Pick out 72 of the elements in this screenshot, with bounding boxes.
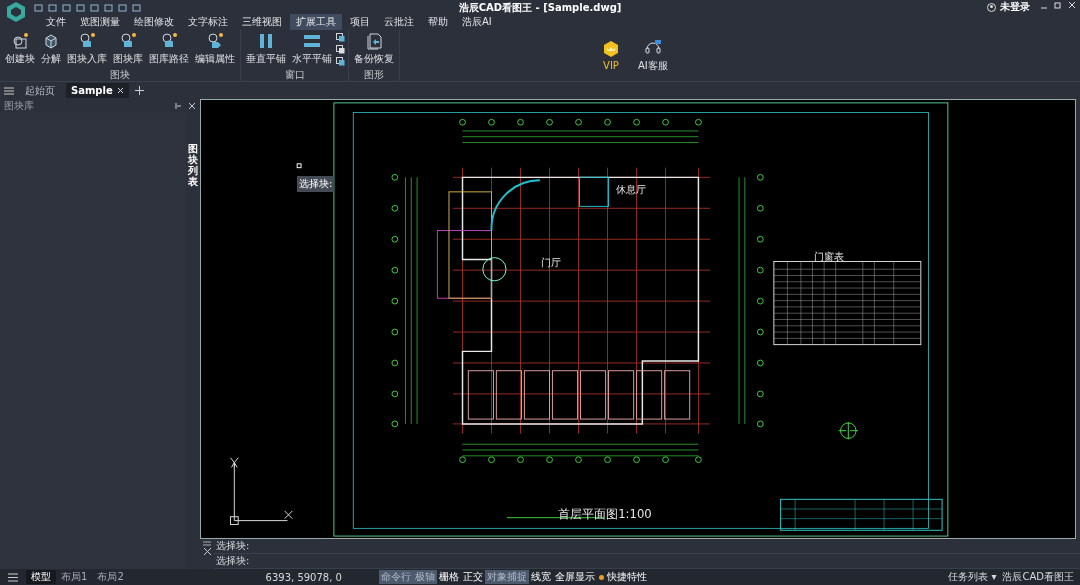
restore-icon[interactable] [1054,1,1062,9]
layout-tab[interactable]: 布局2 [92,570,129,584]
close-icon[interactable] [203,548,211,555]
group-title: 窗口 [283,68,306,81]
close-icon[interactable] [116,87,124,94]
layout-tab[interactable]: 布局1 [56,570,93,584]
menu-item[interactable]: 览图测量 [74,14,126,30]
close-icon[interactable] [1068,1,1076,9]
status-toggle[interactable]: 全屏显示 [552,570,597,584]
app-name: 浩辰CAD看图王 [1002,570,1075,584]
status-toggle[interactable]: 栅格 [436,570,461,584]
ribbon-button[interactable]: 水平平铺 [290,30,334,68]
ribbon-button[interactable]: 垂直平铺 [244,30,288,68]
command-line: 选择块: [214,539,1080,554]
ribbon-button[interactable]: 创建块 [3,30,37,68]
close-icon[interactable] [188,102,196,110]
app-logo[interactable] [4,0,28,24]
menu-item[interactable]: 三维视图 [236,14,288,30]
group-title: 图块 [109,68,131,81]
ribbon-button[interactable]: 编辑属性 [193,30,237,68]
ribbon-button[interactable]: 图块库 [111,30,145,68]
user-icon [987,2,996,12]
menu-item[interactable]: 扩展工具 [290,14,342,30]
window-title: 浩辰CAD看图王 - [Sample.dwg] [458,1,622,15]
cursor-pickbox [296,163,302,169]
headset-icon [643,38,662,57]
table-title: 门窗表 [814,250,845,262]
coordinates: 6393, 59078, 0 [264,571,343,583]
grip-icon [203,541,211,546]
status-toggle[interactable]: 快捷特性 [596,570,649,584]
user-account[interactable]: 未登录 [987,0,1030,14]
panel-title: 图块库 [4,99,34,113]
task-list-button[interactable]: 任务列表 ▾ [948,570,1003,584]
horizontal-tile-icon [303,32,321,50]
menu-item[interactable]: 文件 [40,14,72,30]
document-tab[interactable]: Sample [66,83,129,98]
ribbon-button[interactable]: 备份恢复 [352,30,396,68]
layout-tab[interactable]: 模型 [26,570,56,584]
support-button[interactable]: AI客服 [636,38,670,73]
status-toggle[interactable]: 极轴 [412,570,437,584]
group-title: 图形 [363,68,385,81]
ucs-axis-icon [229,457,293,525]
menu-item[interactable]: 浩辰AI [456,14,498,30]
add-tab-icon[interactable] [134,86,144,95]
crown-icon [602,40,620,58]
ribbon-button[interactable]: 图库路径 [147,30,191,68]
status-toggle[interactable]: 正交 [460,570,485,584]
menu-icon[interactable] [6,572,20,582]
block-icon [11,32,29,50]
cube-icon [42,32,60,50]
menu-item[interactable]: 文字标注 [182,14,234,30]
vertical-tile-icon [257,32,275,50]
status-toggle[interactable]: 对象捕捉 [484,570,529,584]
database-icon [78,32,96,50]
database-icon [119,32,137,50]
menu-item[interactable]: 项目 [344,14,376,30]
ribbon-button[interactable]: 图块入库 [65,30,109,68]
document-tab[interactable]: 起始页 [20,81,60,100]
status-dot-icon [598,574,604,580]
side-tab[interactable]: 图块列表 [188,143,198,569]
tooltip: 选择块: [297,176,335,192]
menu-item[interactable]: 云批注 [378,14,420,30]
database-icon [160,32,178,50]
menu-item[interactable]: 绘图修改 [128,14,180,30]
status-toggle[interactable]: 命令行 [378,570,413,584]
status-toggle[interactable]: 线宽 [528,570,553,584]
tag-icon [206,32,224,50]
menu-item[interactable]: 帮助 [422,14,454,30]
vip-button[interactable]: VIP [600,40,622,71]
drawing-title: 首层平面图1:100 [558,506,652,521]
ribbon-button[interactable]: 分解 [39,30,63,68]
documents-icon [365,32,383,50]
